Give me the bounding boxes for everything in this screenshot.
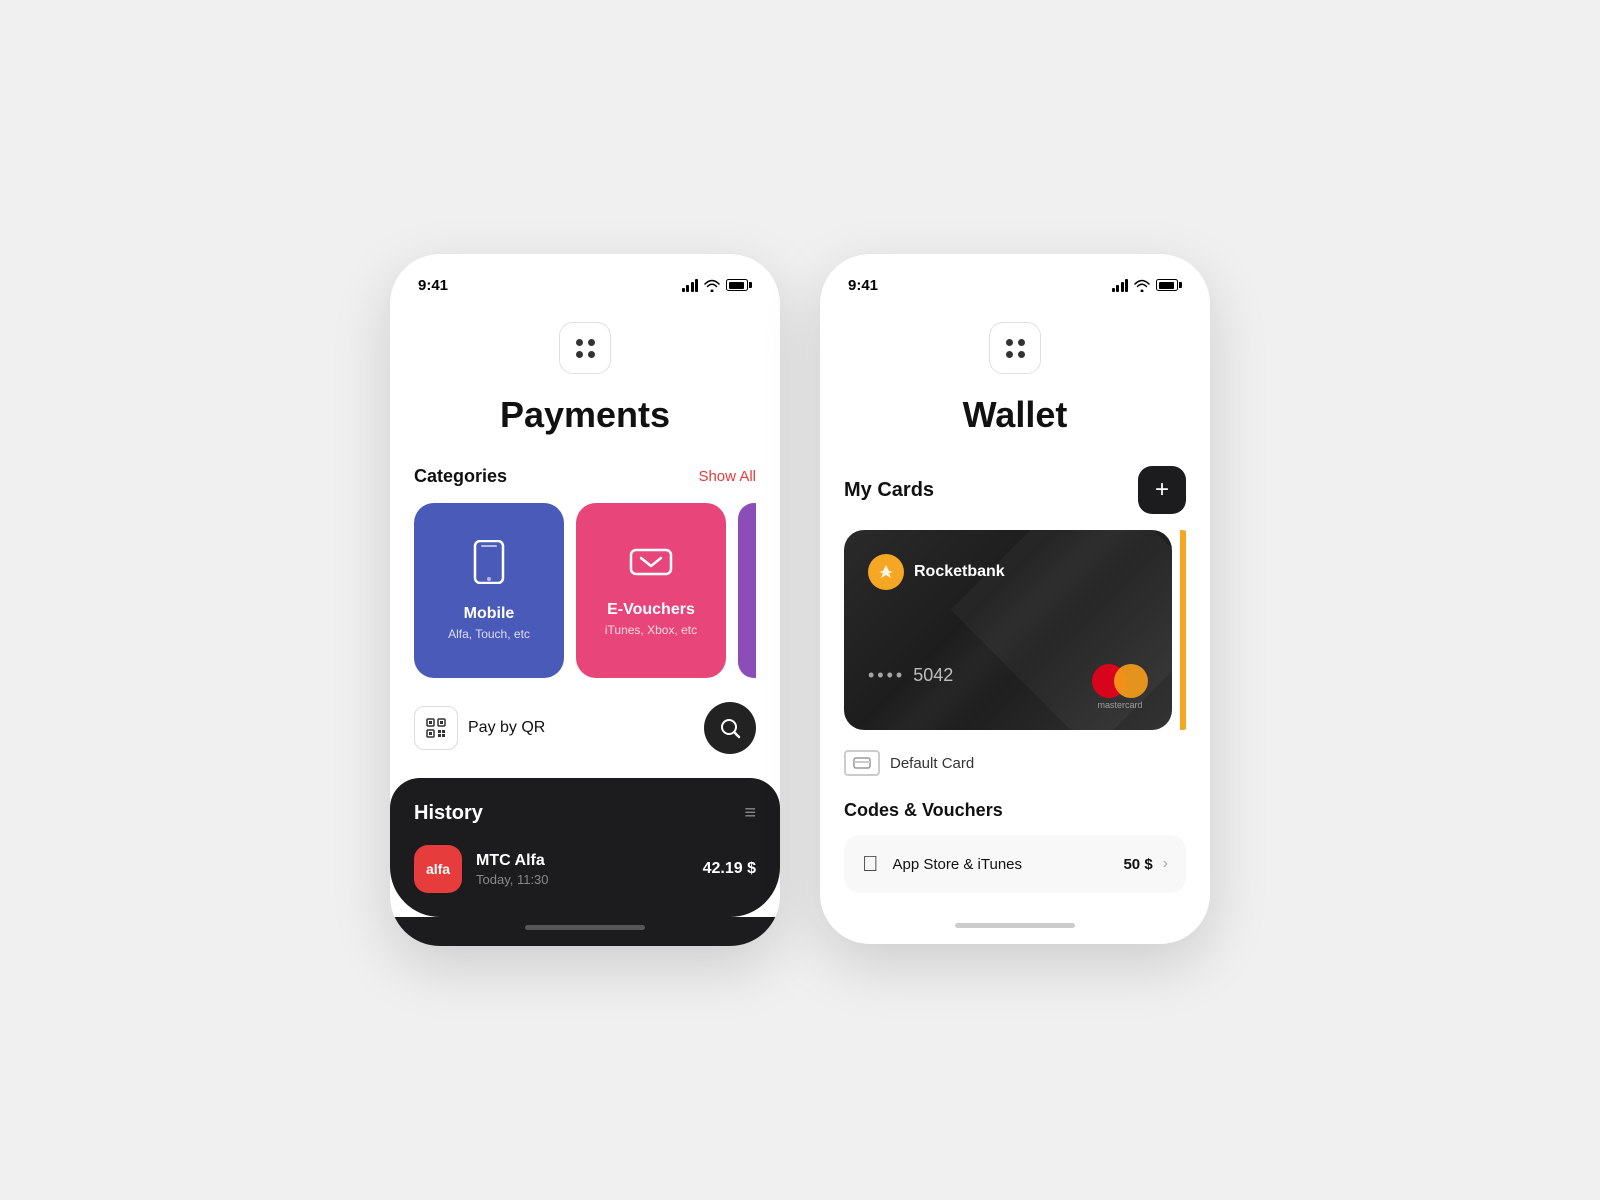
wallet-phone: 9:41 — [820, 254, 1210, 944]
history-avatar-text: alfa — [426, 861, 450, 877]
wallet-page-title: Wallet — [820, 394, 1210, 436]
payments-status-bar: 9:41 — [390, 254, 780, 302]
payments-status-icons — [682, 279, 753, 292]
category-mobile-name: Mobile — [464, 605, 515, 623]
wallet-grid-icon — [1006, 339, 1025, 358]
wallet-status-bar: 9:41 — [820, 254, 1210, 302]
codes-vouchers-title: Codes & Vouchers — [844, 800, 1186, 821]
pay-qr-label: Pay by QR — [468, 719, 545, 737]
qr-icon-box — [414, 706, 458, 750]
voucher-item-appstore[interactable]:  App Store & iTunes 50 $ › — [844, 835, 1186, 893]
payments-phone: 9:41 — [390, 254, 780, 946]
payments-page-title: Payments — [390, 394, 780, 436]
rocket-icon — [877, 563, 895, 581]
grid-icon — [576, 339, 595, 358]
payments-logo-btn[interactable] — [390, 322, 780, 374]
wallet-time: 9:41 — [848, 277, 878, 294]
card-last4: 5042 — [913, 665, 953, 686]
mc-orange-circle — [1114, 664, 1148, 698]
apple-icon:  — [862, 851, 879, 877]
card-carousel: Rocketbank •••• 5042 mastercard — [844, 530, 1186, 730]
mastercard-label: mastercard — [1092, 700, 1148, 710]
history-date: Today, 11:30 — [476, 872, 689, 887]
wallet-logo-box[interactable] — [989, 322, 1041, 374]
chevron-right-icon: › — [1163, 855, 1168, 873]
payments-content: Categories Show All Mobile Alfa, Touch, … — [390, 466, 780, 754]
wallet-home-bar — [955, 923, 1075, 928]
battery-icon — [726, 279, 752, 291]
card-area: Rocketbank •••• 5042 mastercard — [844, 530, 1186, 730]
home-bar — [525, 925, 645, 930]
credit-card[interactable]: Rocketbank •••• 5042 mastercard — [844, 530, 1172, 730]
wallet-battery-icon — [1156, 279, 1182, 291]
categories-header: Categories Show All — [414, 466, 756, 487]
category-mobile[interactable]: Mobile Alfa, Touch, etc — [414, 503, 564, 678]
wallet-wifi-icon — [1134, 279, 1150, 292]
wallet-signal-icon — [1112, 279, 1129, 292]
history-header: History ≡ — [414, 802, 756, 825]
card-icon — [853, 757, 871, 769]
qr-code-icon — [424, 716, 448, 740]
history-info: MTC Alfa Today, 11:30 — [476, 852, 689, 887]
default-card-label: Default Card — [890, 755, 974, 772]
action-row: Pay by QR — [414, 702, 756, 754]
logo-box[interactable] — [559, 322, 611, 374]
category-evouchers-name: E-Vouchers — [607, 601, 695, 619]
search-button[interactable] — [704, 702, 756, 754]
wifi-icon — [704, 279, 720, 292]
history-name: MTC Alfa — [476, 852, 689, 870]
card-number-row: •••• 5042 — [868, 665, 953, 686]
my-cards-title: My Cards — [844, 479, 934, 502]
category-evouchers-sub: iTunes, Xbox, etc — [605, 623, 697, 637]
default-card-icon — [844, 750, 880, 776]
search-icon — [719, 717, 741, 739]
card-number-dots: •••• — [868, 665, 905, 686]
home-indicator — [390, 917, 780, 946]
signal-bars-icon — [682, 279, 699, 292]
category-mobile-sub: Alfa, Touch, etc — [448, 627, 530, 641]
rocketbank-logo — [868, 554, 904, 590]
category-partial — [738, 503, 756, 678]
pay-by-qr[interactable]: Pay by QR — [414, 706, 545, 750]
categories-row: Mobile Alfa, Touch, etc E-Vouchers iTune… — [414, 503, 756, 678]
show-all-link[interactable]: Show All — [698, 468, 756, 485]
categories-title: Categories — [414, 466, 507, 487]
history-section: History ≡ alfa MTC Alfa Today, 11:30 42.… — [390, 778, 780, 917]
history-title: History — [414, 802, 483, 825]
voucher-icon — [629, 544, 673, 589]
voucher-amount: 50 $ — [1123, 856, 1152, 873]
mc-circles — [1092, 664, 1148, 698]
mobile-icon — [471, 540, 507, 593]
voucher-name: App Store & iTunes — [893, 856, 1124, 873]
wallet-status-icons — [1112, 279, 1183, 292]
card-peek — [1180, 530, 1186, 730]
history-amount: 42.19 $ — [703, 860, 756, 878]
history-item[interactable]: alfa MTC Alfa Today, 11:30 42.19 $ — [414, 845, 756, 893]
wallet-home-indicator — [820, 903, 1210, 944]
payments-time: 9:41 — [418, 277, 448, 294]
history-menu-icon[interactable]: ≡ — [744, 802, 756, 825]
wallet-content: My Cards + — [820, 466, 1210, 893]
wallet-logo-btn[interactable] — [820, 322, 1210, 374]
category-evouchers[interactable]: E-Vouchers iTunes, Xbox, etc — [576, 503, 726, 678]
history-avatar: alfa — [414, 845, 462, 893]
default-card-row[interactable]: Default Card — [844, 750, 1186, 776]
add-card-button[interactable]: + — [1138, 466, 1186, 514]
mastercard-logo: mastercard — [1092, 664, 1148, 710]
my-cards-header: My Cards + — [844, 466, 1186, 514]
